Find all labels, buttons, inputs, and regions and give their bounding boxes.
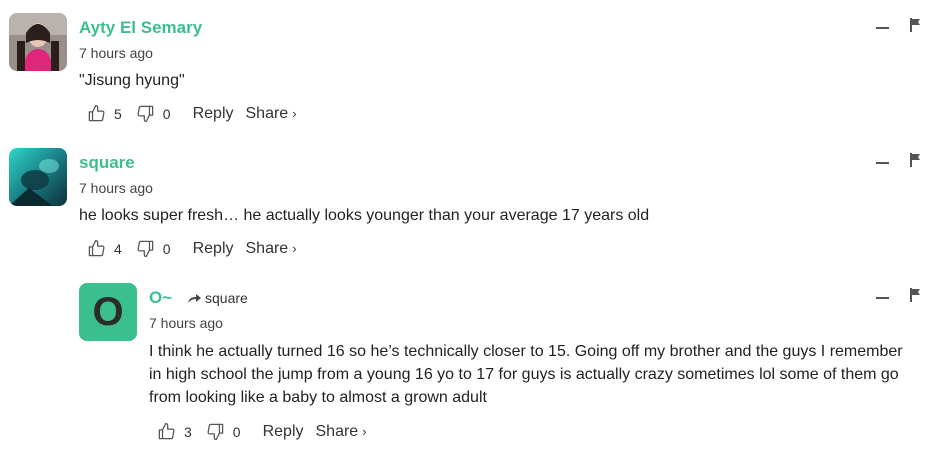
comment-text: "Jisung hyung" <box>79 72 185 89</box>
chevron-right-icon: › <box>292 240 297 256</box>
avatar[interactable] <box>9 148 67 206</box>
downvote-count: 0 <box>232 423 241 440</box>
flag-icon[interactable] <box>909 153 921 167</box>
reply-button[interactable]: Reply <box>263 423 304 441</box>
comment-timestamp[interactable]: 7 hours ago <box>149 314 223 332</box>
minimize-icon[interactable] <box>876 27 889 29</box>
comment-author[interactable]: Ayty El Semary <box>79 18 202 38</box>
comment-actions: 3 0 Reply Share › <box>157 422 367 441</box>
comment-text: he looks super fresh… he actually looks … <box>79 207 650 224</box>
reply-to-link[interactable]: square <box>187 288 248 308</box>
downvote-button[interactable]: 0 <box>206 422 241 441</box>
share-button[interactable]: Share › <box>246 240 297 258</box>
comment-timestamp[interactable]: 7 hours ago <box>79 179 153 197</box>
upvote-button[interactable]: 5 <box>87 104 122 123</box>
upvote-button[interactable]: 4 <box>87 239 122 258</box>
thumbs-down-icon <box>137 240 154 258</box>
reply-button[interactable]: Reply <box>193 105 234 123</box>
avatar[interactable] <box>9 13 67 71</box>
upvote-button[interactable]: 3 <box>157 422 192 441</box>
downvote-count: 0 <box>162 105 171 122</box>
upvote-count: 3 <box>184 423 192 440</box>
thumbs-down-icon <box>207 423 224 441</box>
share-button[interactable]: Share › <box>316 423 367 441</box>
avatar[interactable]: O <box>79 283 137 341</box>
downvote-button[interactable]: 0 <box>136 239 171 258</box>
minimize-icon[interactable] <box>876 162 889 164</box>
comment-author[interactable]: square <box>79 153 135 173</box>
reply-button[interactable]: Reply <box>193 240 234 258</box>
share-label: Share <box>315 422 359 440</box>
downvote-count: 0 <box>162 240 171 257</box>
comment-actions: 4 0 Reply Share › <box>87 239 297 258</box>
chevron-right-icon: › <box>292 105 297 121</box>
share-label: Share <box>245 104 289 122</box>
comment-author[interactable]: O~ <box>149 288 172 308</box>
flag-icon[interactable] <box>909 288 921 302</box>
chevron-right-icon: › <box>362 423 367 439</box>
comment-text: I think he actually turned 16 so he’s te… <box>149 340 949 409</box>
avatar-letter: O <box>92 289 124 334</box>
thumbs-up-icon <box>158 422 175 440</box>
comment-text-line: from looking like a baby to almost a gro… <box>149 389 487 406</box>
upvote-count: 4 <box>114 240 122 257</box>
downvote-button[interactable]: 0 <box>136 104 171 123</box>
share-label: Share <box>245 239 289 257</box>
comment-text-line: I think he actually turned 16 so he’s te… <box>149 343 903 360</box>
flag-icon[interactable] <box>909 18 921 32</box>
comment-text-line: in high school the jump from a young 16 … <box>149 366 899 383</box>
minimize-icon[interactable] <box>876 297 889 299</box>
comment-timestamp[interactable]: 7 hours ago <box>79 44 153 62</box>
comment-actions: 5 0 Reply Share › <box>87 104 297 123</box>
upvote-count: 5 <box>114 105 122 122</box>
thumbs-down-icon <box>137 105 154 123</box>
thumbs-up-icon <box>88 239 105 257</box>
reply-arrow-icon <box>188 294 201 303</box>
thumbs-up-icon <box>88 104 105 122</box>
reply-to-name: square <box>205 290 248 306</box>
share-button[interactable]: Share › <box>246 105 297 123</box>
